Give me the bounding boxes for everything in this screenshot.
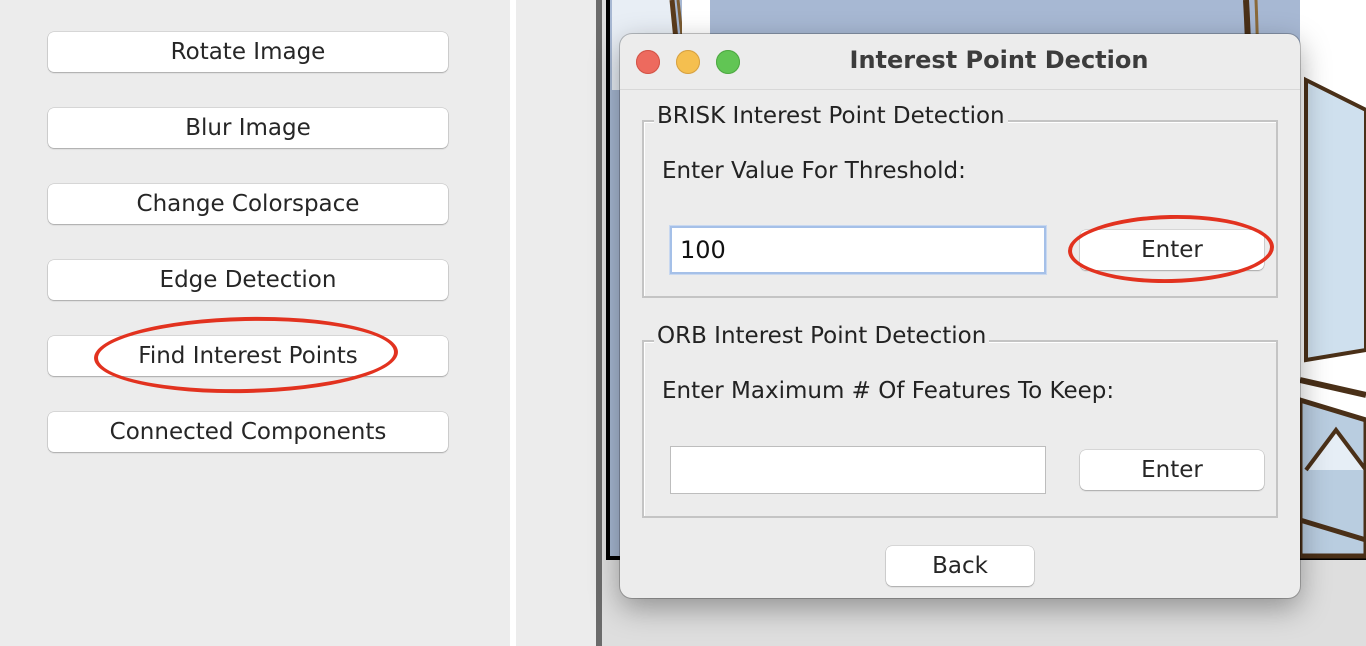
max-features-label: Enter Maximum # Of Features To Keep:	[662, 378, 1115, 404]
dialog-title: Interest Point Dection	[849, 46, 1149, 74]
back-button[interactable]: Back	[886, 546, 1034, 586]
edge-detection-button[interactable]: Edge Detection	[48, 260, 448, 300]
max-features-input[interactable]	[670, 446, 1046, 494]
brisk-group-legend: BRISK Interest Point Detection	[654, 103, 1008, 129]
threshold-label: Enter Value For Threshold:	[662, 158, 966, 184]
main-control-panel: Rotate Image Blur Image Change Colorspac…	[0, 0, 510, 646]
orb-enter-button[interactable]: Enter	[1080, 450, 1264, 490]
connected-components-button[interactable]: Connected Components	[48, 412, 448, 452]
find-interest-points-button[interactable]: Find Interest Points	[48, 336, 448, 376]
orb-group-legend: ORB Interest Point Detection	[654, 323, 990, 349]
blur-image-button[interactable]: Blur Image	[48, 108, 448, 148]
threshold-input[interactable]: 100	[670, 226, 1046, 274]
brisk-group: BRISK Interest Point Detection Enter Val…	[642, 103, 1278, 298]
image-stroke	[676, 0, 684, 37]
rotate-image-button[interactable]: Rotate Image	[48, 32, 448, 72]
image-shape	[1304, 76, 1366, 363]
brisk-enter-button[interactable]: Enter	[1080, 230, 1264, 270]
change-colorspace-button[interactable]: Change Colorspace	[48, 184, 448, 224]
orb-group: ORB Interest Point Detection Enter Maxim…	[642, 323, 1278, 518]
interest-point-dialog: Interest Point Dection BRISK Interest Po…	[620, 34, 1300, 598]
dialog-titlebar[interactable]: Interest Point Dection	[620, 34, 1300, 90]
window-gap	[516, 0, 596, 646]
